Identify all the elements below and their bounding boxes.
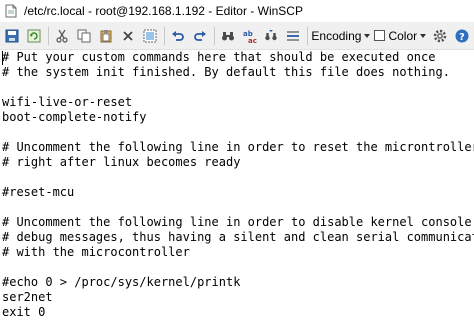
code-line: #echo 0 > /proc/sys/kernel/printk bbox=[2, 275, 241, 289]
svg-text:ac: ac bbox=[248, 37, 257, 44]
paste-icon[interactable] bbox=[96, 26, 116, 46]
code-line: #reset-mcu bbox=[2, 185, 75, 199]
chevron-down-icon bbox=[364, 33, 371, 38]
toolbar: ab ac Encoding Color ? bbox=[0, 22, 474, 50]
color-label: Color bbox=[388, 28, 418, 43]
undo-icon[interactable] bbox=[168, 26, 188, 46]
code-line: # Uncomment the following line in order … bbox=[2, 215, 472, 229]
code-line: exit 0 bbox=[2, 305, 46, 319]
title-bar: /etc/rc.local - root@192.168.1.192 - Edi… bbox=[0, 0, 474, 22]
code-line: # the system init finished. By default t… bbox=[2, 65, 450, 79]
toolbar-separator bbox=[213, 26, 215, 45]
toolbar-separator bbox=[47, 26, 49, 45]
window-title: /etc/rc.local - root@192.168.1.192 - Edi… bbox=[24, 4, 303, 18]
svg-text:?: ? bbox=[459, 32, 465, 43]
find-next-icon[interactable] bbox=[261, 26, 281, 46]
encoding-dropdown[interactable]: Encoding bbox=[311, 26, 371, 46]
toolbar-separator bbox=[163, 26, 165, 45]
editor-window: /etc/rc.local - root@192.168.1.192 - Edi… bbox=[0, 0, 474, 326]
find-icon[interactable] bbox=[218, 26, 238, 46]
encoding-label: Encoding bbox=[311, 28, 362, 43]
preferences-icon[interactable] bbox=[430, 26, 450, 46]
code-line: # debug messages, thus having a silent a… bbox=[2, 230, 474, 244]
delete-icon[interactable] bbox=[118, 26, 138, 46]
redo-icon[interactable] bbox=[190, 26, 210, 46]
reload-icon[interactable] bbox=[24, 26, 44, 46]
replace-icon[interactable]: ab ac bbox=[240, 26, 260, 46]
code-line: wifi-live-or-reset bbox=[2, 95, 133, 109]
code-line: # with the microcontroller bbox=[2, 245, 190, 259]
go-to-line-icon[interactable] bbox=[283, 26, 303, 46]
code-line: # right after linux becomes ready bbox=[2, 155, 241, 169]
toolbar-separator bbox=[307, 26, 309, 45]
help-icon[interactable]: ? bbox=[452, 26, 472, 46]
save-icon[interactable] bbox=[2, 26, 22, 46]
copy-icon[interactable] bbox=[74, 26, 94, 46]
code-line: # Put your custom commands here that sho… bbox=[2, 50, 436, 64]
code-line: # Uncomment the following line in order … bbox=[2, 140, 474, 154]
document-icon bbox=[4, 4, 18, 18]
color-dropdown[interactable]: Color bbox=[374, 26, 427, 46]
code-line: ser2net bbox=[2, 290, 53, 304]
text-editor[interactable]: # Put your custom commands here that sho… bbox=[0, 50, 474, 326]
code-line: boot-complete-notify bbox=[2, 110, 147, 124]
chevron-down-icon bbox=[420, 33, 427, 38]
cut-icon[interactable] bbox=[52, 26, 72, 46]
color-swatch-icon bbox=[374, 30, 386, 41]
select-all-icon[interactable] bbox=[140, 26, 160, 46]
